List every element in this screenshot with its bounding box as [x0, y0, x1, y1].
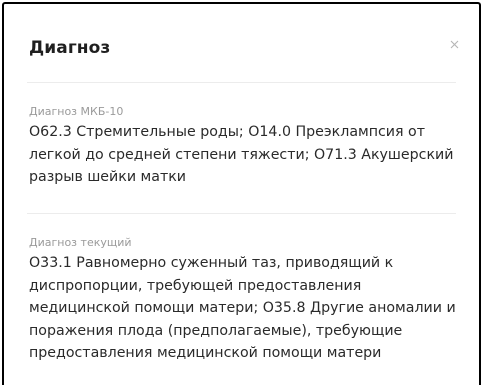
- icd10-diagnosis-section: Диагноз МКБ-10 O62.3 Стремительные роды;…: [29, 105, 459, 189]
- icd10-diagnosis-label: Диагноз МКБ-10: [29, 105, 124, 118]
- icd10-diagnosis-text: O62.3 Стремительные роды; O14.0 Преэклам…: [29, 124, 454, 185]
- section-divider: [27, 213, 456, 214]
- current-diagnosis-label: Диагноз текущий: [29, 236, 132, 249]
- close-icon: [450, 40, 458, 48]
- current-diagnosis-text: O33.1 Равномерно суженный таз, приводящи…: [29, 255, 456, 361]
- dialog-header: Диагноз: [4, 4, 479, 84]
- header-divider: [27, 82, 456, 83]
- close-button[interactable]: [447, 37, 461, 51]
- diagnosis-dialog: Диагноз Диагноз МКБ-10 O62.3 Стремительн…: [2, 2, 481, 385]
- dialog-title: Диагноз: [29, 38, 111, 58]
- current-diagnosis-section: Диагноз текущий O33.1 Равномерно суженны…: [29, 236, 459, 365]
